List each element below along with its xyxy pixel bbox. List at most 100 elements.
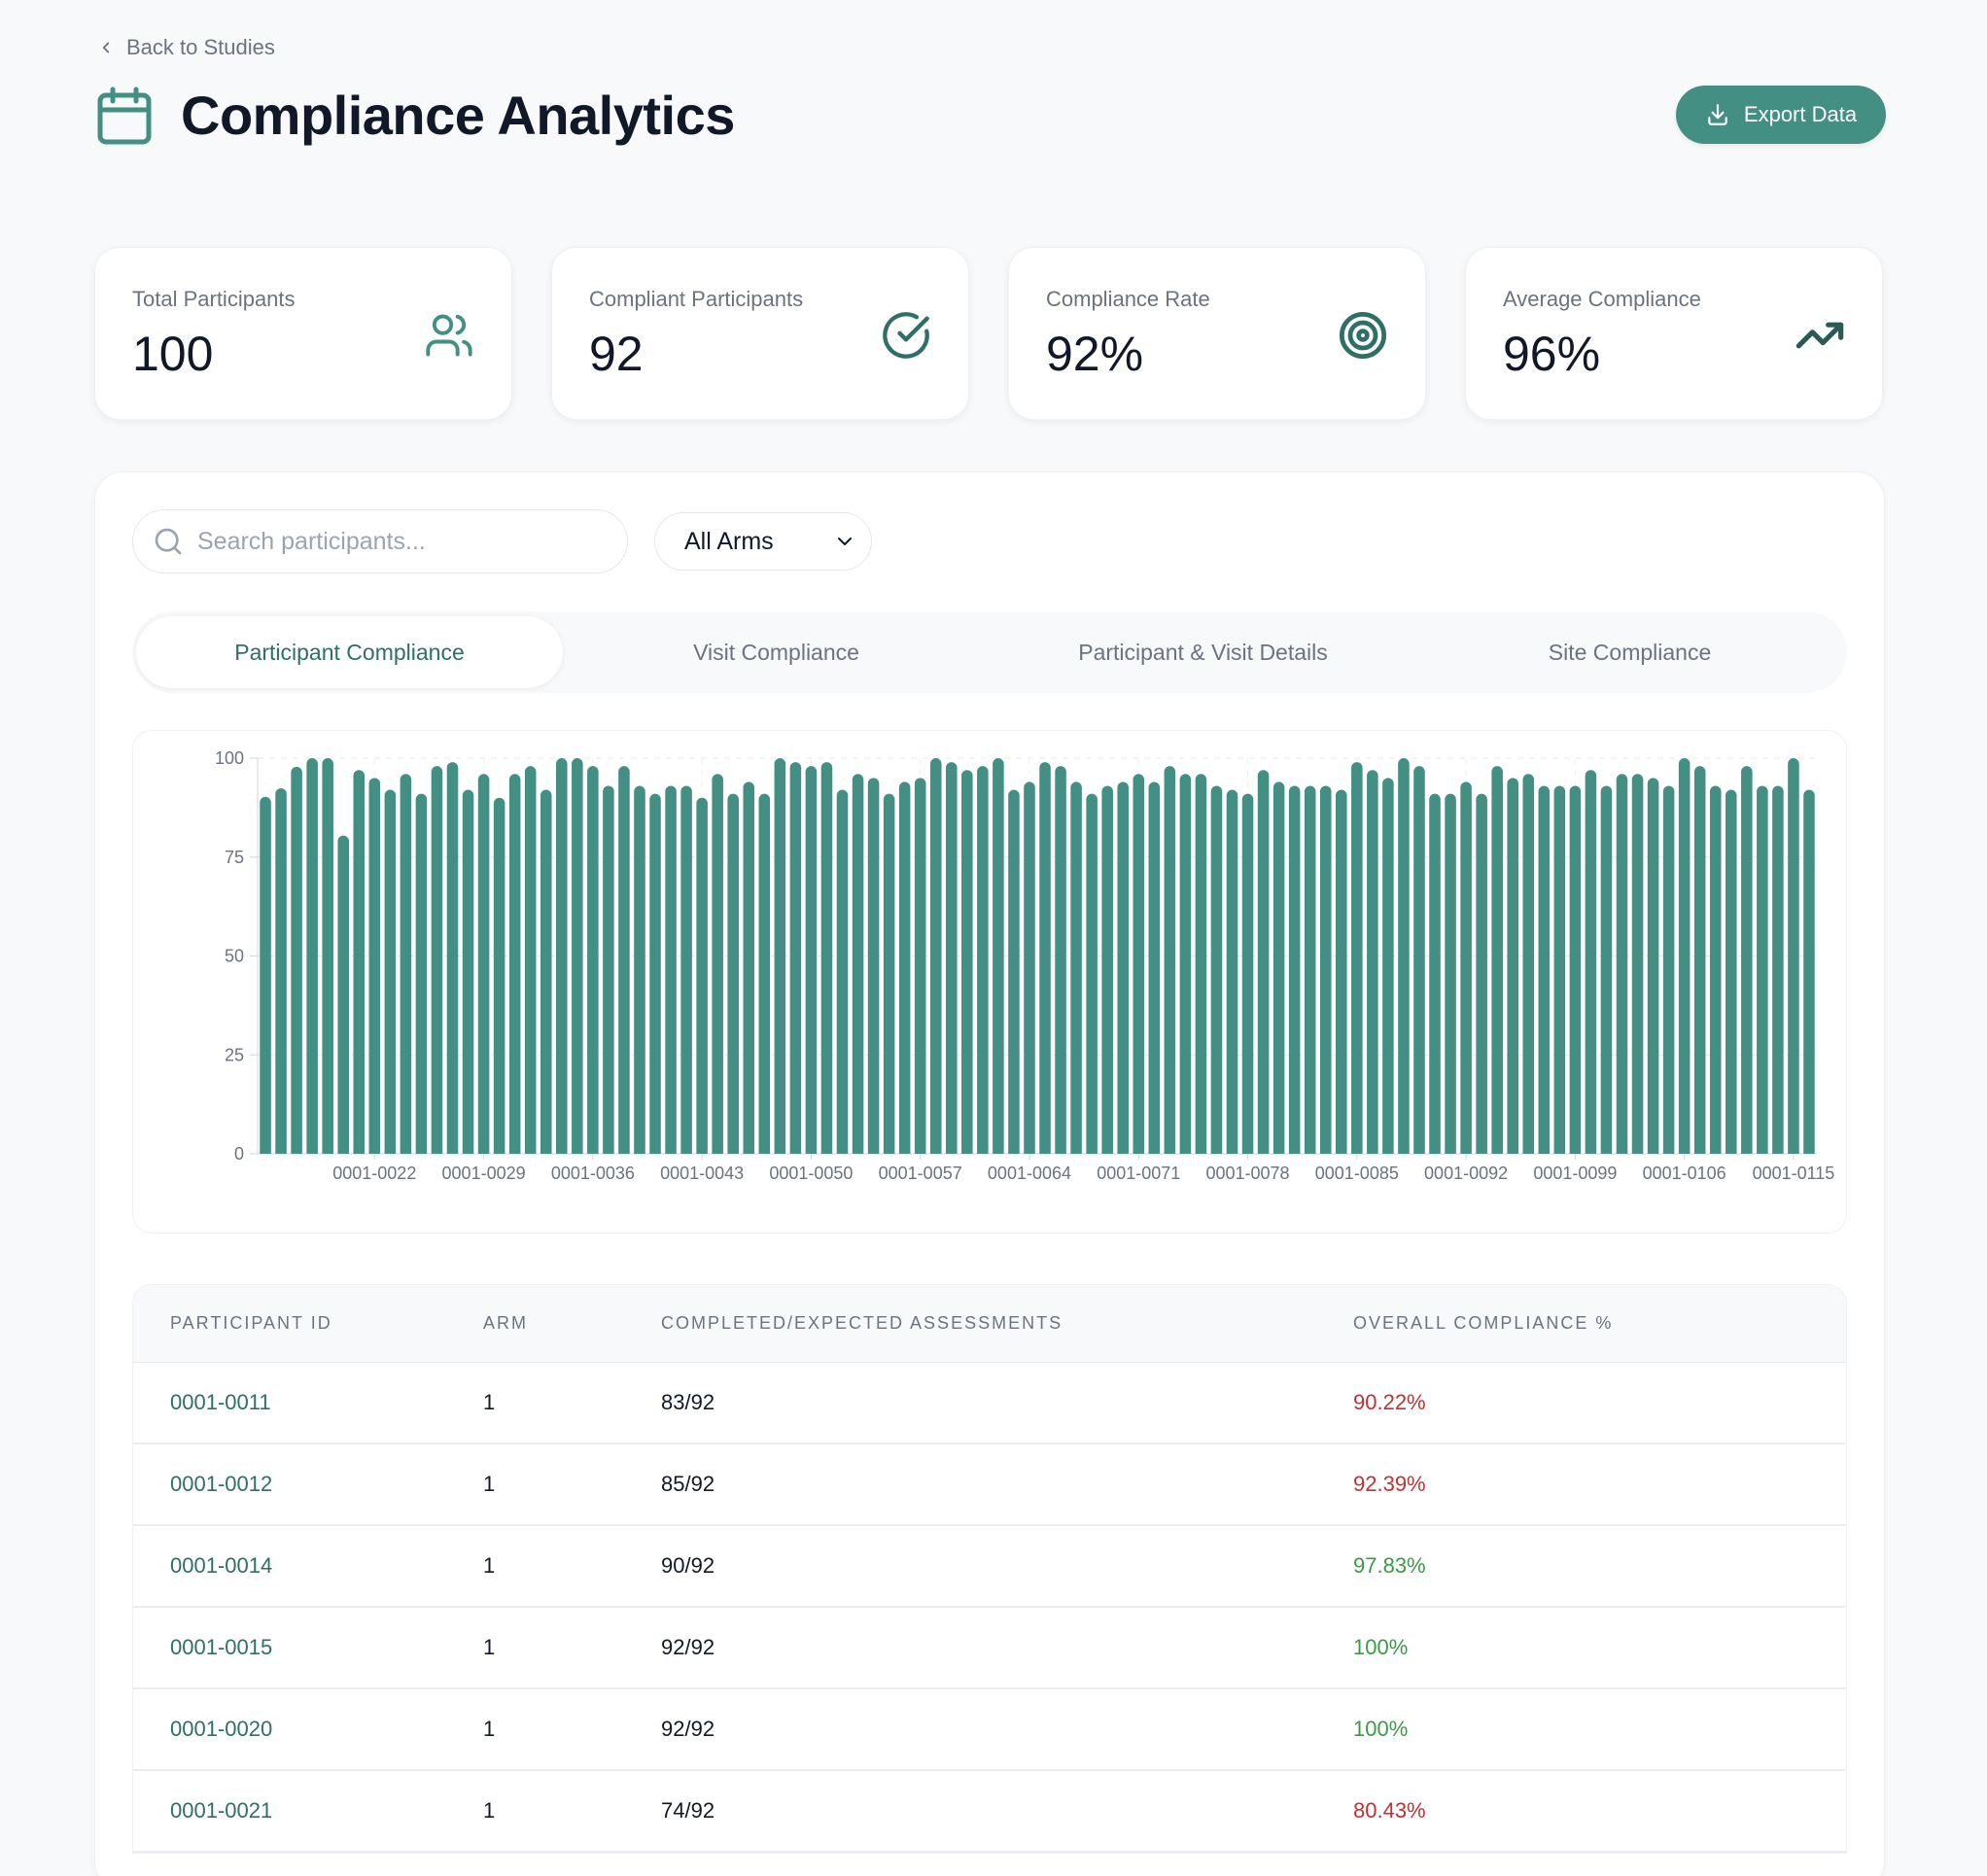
bar[interactable] bbox=[1055, 766, 1066, 1154]
bar[interactable] bbox=[1476, 793, 1487, 1154]
bar[interactable] bbox=[1757, 785, 1768, 1154]
bar[interactable] bbox=[1288, 785, 1301, 1154]
bar[interactable] bbox=[634, 785, 645, 1154]
tab-participant-visit-details[interactable]: Participant & Visit Details bbox=[990, 616, 1416, 688]
bar[interactable] bbox=[743, 782, 755, 1154]
bar[interactable] bbox=[1133, 774, 1145, 1154]
bar[interactable] bbox=[618, 766, 630, 1154]
bar[interactable] bbox=[431, 766, 443, 1154]
bar[interactable] bbox=[1741, 766, 1753, 1154]
bar[interactable] bbox=[1164, 766, 1176, 1154]
bar[interactable] bbox=[1631, 774, 1644, 1154]
bar[interactable] bbox=[1553, 785, 1566, 1154]
bar[interactable] bbox=[1803, 789, 1815, 1154]
bar[interactable] bbox=[1522, 774, 1535, 1154]
bar[interactable] bbox=[867, 778, 880, 1154]
bar[interactable] bbox=[353, 770, 366, 1154]
bar[interactable] bbox=[805, 766, 818, 1154]
bar[interactable] bbox=[477, 774, 490, 1154]
bar[interactable] bbox=[1600, 785, 1613, 1154]
bar[interactable] bbox=[1304, 785, 1316, 1154]
search-input[interactable] bbox=[197, 527, 586, 556]
bar[interactable] bbox=[572, 758, 583, 1154]
table-row[interactable]: 0001-0021 1 74/92 80.43% bbox=[133, 1771, 1846, 1853]
bar[interactable] bbox=[1647, 778, 1659, 1154]
bar[interactable] bbox=[1445, 793, 1456, 1154]
bar[interactable] bbox=[836, 789, 849, 1154]
participant-id-link[interactable]: 0001-0015 bbox=[133, 1635, 483, 1660]
bar[interactable] bbox=[556, 758, 568, 1154]
bar[interactable] bbox=[820, 762, 833, 1154]
bar[interactable] bbox=[603, 785, 614, 1154]
bar[interactable] bbox=[727, 793, 739, 1154]
bar[interactable] bbox=[993, 758, 1004, 1154]
bar[interactable] bbox=[1367, 770, 1378, 1154]
bar[interactable] bbox=[977, 766, 989, 1154]
bar[interactable] bbox=[1709, 785, 1722, 1154]
bar[interactable] bbox=[1148, 782, 1161, 1154]
bar[interactable] bbox=[1678, 758, 1691, 1154]
table-row[interactable]: 0001-0014 1 90/92 97.83% bbox=[133, 1526, 1846, 1608]
column-header-compliance[interactable]: Overall Compliance % bbox=[1353, 1313, 1846, 1334]
tab-visit-compliance[interactable]: Visit Compliance bbox=[563, 616, 990, 688]
bar[interactable] bbox=[1538, 785, 1551, 1154]
bar[interactable] bbox=[1693, 766, 1706, 1154]
search-box[interactable] bbox=[132, 509, 628, 573]
bar[interactable] bbox=[1398, 758, 1410, 1154]
bar[interactable] bbox=[758, 793, 771, 1154]
bar[interactable] bbox=[1210, 785, 1223, 1154]
bar[interactable] bbox=[587, 766, 599, 1154]
bar[interactable] bbox=[680, 785, 692, 1154]
bar[interactable] bbox=[1257, 770, 1270, 1154]
table-row[interactable]: 0001-0012 1 85/92 92.39% bbox=[133, 1444, 1846, 1526]
bar[interactable] bbox=[306, 758, 318, 1154]
bar[interactable] bbox=[1195, 774, 1207, 1154]
participant-id-link[interactable]: 0001-0014 bbox=[133, 1553, 483, 1579]
bar[interactable] bbox=[337, 835, 349, 1154]
bar[interactable] bbox=[275, 787, 287, 1154]
column-header-assessments[interactable]: Completed/Expected Assessments bbox=[661, 1313, 1353, 1334]
bar[interactable] bbox=[1788, 758, 1799, 1154]
bar[interactable] bbox=[929, 758, 942, 1154]
bar[interactable] bbox=[462, 789, 474, 1154]
bar[interactable] bbox=[1507, 778, 1518, 1154]
export-data-button[interactable]: Export Data bbox=[1676, 86, 1886, 144]
bar[interactable] bbox=[415, 793, 428, 1154]
arm-filter-select[interactable]: All Arms bbox=[654, 512, 872, 571]
bar[interactable] bbox=[1351, 762, 1363, 1154]
bar[interactable] bbox=[1319, 785, 1332, 1154]
participant-id-link[interactable]: 0001-0021 bbox=[133, 1798, 483, 1824]
bar[interactable] bbox=[1024, 782, 1035, 1154]
bar[interactable] bbox=[508, 774, 521, 1154]
participant-id-link[interactable]: 0001-0020 bbox=[133, 1717, 483, 1742]
participant-id-link[interactable]: 0001-0011 bbox=[133, 1390, 483, 1415]
bar[interactable] bbox=[1569, 785, 1582, 1154]
bar[interactable] bbox=[1460, 782, 1472, 1154]
participant-id-link[interactable]: 0001-0012 bbox=[133, 1472, 483, 1497]
bar[interactable] bbox=[712, 774, 723, 1154]
bar[interactable] bbox=[1039, 762, 1051, 1154]
table-row[interactable]: 0001-0011 1 83/92 90.22% bbox=[133, 1363, 1846, 1444]
bar[interactable] bbox=[649, 793, 661, 1154]
bar[interactable] bbox=[1336, 789, 1347, 1154]
bar[interactable] bbox=[1616, 774, 1628, 1154]
bar[interactable] bbox=[696, 797, 708, 1154]
bar[interactable] bbox=[1101, 785, 1113, 1154]
bar[interactable] bbox=[665, 785, 677, 1154]
tab-site-compliance[interactable]: Site Compliance bbox=[1416, 616, 1843, 688]
bar[interactable] bbox=[1413, 766, 1425, 1154]
bar[interactable] bbox=[898, 782, 911, 1154]
bar[interactable] bbox=[493, 797, 505, 1154]
bar[interactable] bbox=[1226, 789, 1238, 1154]
bar[interactable] bbox=[1429, 793, 1441, 1154]
bar[interactable] bbox=[540, 789, 552, 1154]
bar[interactable] bbox=[1070, 782, 1082, 1154]
column-header-arm[interactable]: Arm bbox=[483, 1313, 661, 1334]
table-row[interactable]: 0001-0015 1 92/92 100% bbox=[133, 1608, 1846, 1689]
bar[interactable] bbox=[1491, 766, 1503, 1154]
bar[interactable] bbox=[291, 766, 302, 1154]
bar[interactable] bbox=[384, 789, 397, 1154]
bar[interactable] bbox=[1272, 782, 1285, 1154]
bar[interactable] bbox=[400, 774, 412, 1154]
bar[interactable] bbox=[1772, 785, 1784, 1154]
